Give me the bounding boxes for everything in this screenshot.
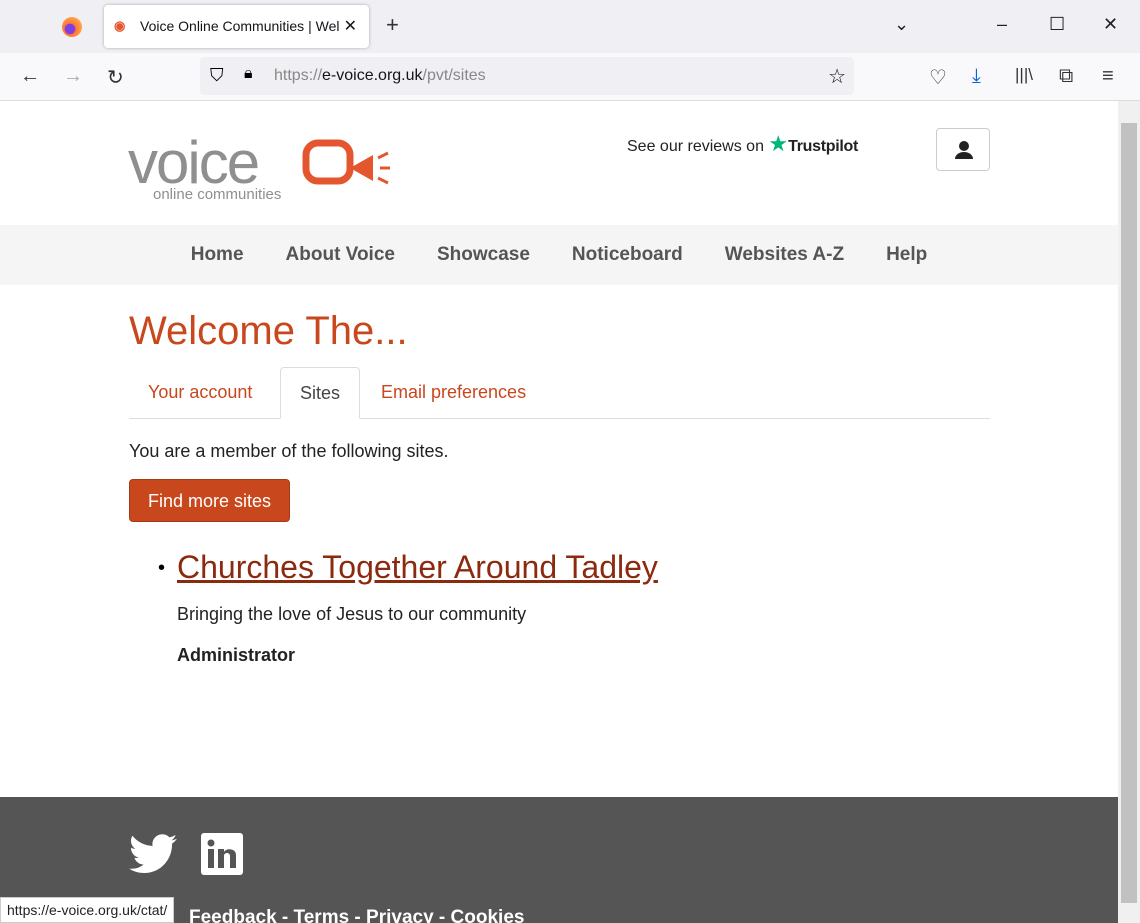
- close-tab-icon[interactable]: ✕: [344, 16, 357, 36]
- url-text: https://e-voice.org.uk/pvt/sites: [274, 67, 486, 84]
- intro-text: You are a member of the following sites.: [129, 441, 449, 461]
- scrollbar[interactable]: [1118, 101, 1140, 923]
- bullet: •: [158, 557, 166, 579]
- site-description: Bringing the love of Jesus to our commun…: [177, 604, 527, 624]
- tab-sites[interactable]: Sites: [280, 367, 361, 419]
- maximize-icon[interactable]: ☐: [1049, 14, 1065, 35]
- close-window-icon[interactable]: ✕: [1103, 14, 1118, 35]
- main-menu: Home About Voice Showcase Noticeboard We…: [0, 225, 1118, 285]
- lock-icon[interactable]: 🔒︎: [244, 65, 253, 83]
- menu-home[interactable]: Home: [191, 244, 244, 285]
- new-tab-icon[interactable]: +: [386, 12, 399, 38]
- back-icon[interactable]: ←: [20, 65, 40, 88]
- page-title: Welcome The...: [129, 309, 408, 353]
- menu-showcase[interactable]: Showcase: [437, 244, 530, 285]
- bookmark-star-icon[interactable]: ☆: [828, 64, 846, 89]
- menu-help[interactable]: Help: [886, 244, 927, 285]
- trustpilot-star-icon: ★: [768, 131, 789, 156]
- menu-noticeboard[interactable]: Noticeboard: [572, 244, 683, 285]
- tab-list-icon[interactable]: ⌄: [894, 14, 909, 35]
- voice-favicon-icon: ◉: [114, 18, 126, 33]
- menu-about[interactable]: About Voice: [286, 244, 395, 285]
- footer-links[interactable]: Feedback - Terms - Privacy - Cookies: [189, 907, 524, 923]
- user-icon: [955, 141, 973, 159]
- pocket-icon[interactable]: ♡: [929, 65, 947, 90]
- voice-logo[interactable]: voice online communities: [128, 123, 393, 208]
- menu-icon[interactable]: ≡: [1102, 65, 1114, 88]
- library-icon[interactable]: |||\: [1015, 65, 1033, 85]
- svg-text:online communities: online communities: [153, 186, 281, 203]
- browser-tab-bar: ◉ Voice Online Communities | Welcome ✕ +…: [0, 0, 1140, 53]
- browser-tab[interactable]: ◉ Voice Online Communities | Welcome ✕: [104, 5, 369, 48]
- scrollbar-thumb[interactable]: [1121, 123, 1137, 903]
- download-icon[interactable]: ⤓: [972, 65, 981, 88]
- extensions-icon[interactable]: ⧉: [1059, 65, 1073, 88]
- linkedin-icon[interactable]: [201, 833, 243, 875]
- tab-email-preferences[interactable]: Email preferences: [362, 367, 545, 419]
- address-bar[interactable]: ⛉ 🔒︎ https://e-voice.org.uk/pvt/sites ☆: [200, 57, 854, 95]
- account-tabs: Your account Sites Email preferences: [129, 367, 990, 419]
- tab-your-account[interactable]: Your account: [129, 367, 271, 419]
- user-account-button[interactable]: [936, 128, 990, 171]
- web-page: voice online communities See our reviews…: [0, 101, 1118, 923]
- forward-icon[interactable]: →: [63, 65, 83, 88]
- navigation-bar: ← → ↻ ⛉ 🔒︎ https://e-voice.org.uk/pvt/si…: [0, 53, 1140, 101]
- twitter-icon[interactable]: [129, 834, 177, 874]
- site-link[interactable]: Churches Together Around Tadley: [177, 549, 658, 586]
- reload-icon[interactable]: ↻: [107, 65, 124, 90]
- find-more-sites-button[interactable]: Find more sites: [129, 479, 290, 522]
- shield-icon[interactable]: ⛉: [210, 65, 224, 86]
- menu-websites[interactable]: Websites A-Z: [725, 244, 844, 285]
- site-role: Administrator: [177, 645, 296, 665]
- firefox-icon[interactable]: [62, 17, 82, 37]
- trustpilot-link[interactable]: See our reviews on ★Trustpilot: [627, 131, 858, 157]
- minimize-icon[interactable]: –: [997, 14, 1007, 35]
- status-bar-url: https://e-voice.org.uk/ctat/: [0, 897, 175, 923]
- tab-title: Voice Online Communities | Welcome: [140, 18, 340, 34]
